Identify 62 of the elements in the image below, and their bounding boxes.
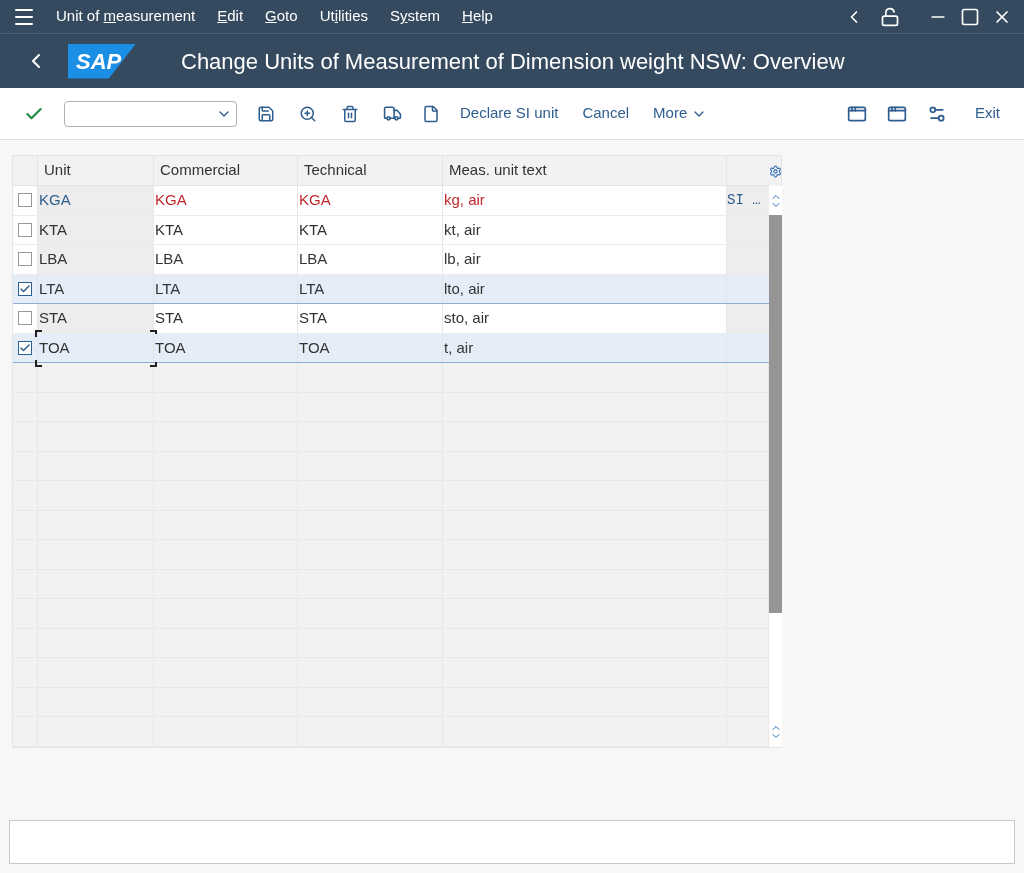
trash-icon[interactable] bbox=[341, 104, 359, 123]
zoom-icon[interactable] bbox=[299, 104, 317, 123]
table-cell: STA bbox=[298, 304, 443, 333]
command-field[interactable] bbox=[64, 100, 237, 127]
table-cell: KTA bbox=[38, 215, 154, 244]
table-cell: t, air bbox=[443, 333, 727, 362]
unlock-icon[interactable] bbox=[880, 6, 900, 27]
table-cell: SI … bbox=[727, 186, 769, 215]
table-row[interactable]: LTA LTA LTA lto, air bbox=[13, 274, 769, 304]
table-row[interactable]: KTA KTA KTA kt, air bbox=[13, 215, 769, 245]
toolbar-button[interactable]: Cancel bbox=[582, 102, 630, 125]
table-row[interactable]: LBA LBA LBA lb, air bbox=[13, 245, 769, 275]
table-cell: STA bbox=[154, 304, 298, 333]
truck-icon[interactable] bbox=[383, 104, 402, 123]
maximize-icon[interactable] bbox=[960, 6, 980, 27]
exit-button[interactable]: Exit bbox=[975, 102, 1000, 125]
row-checkbox[interactable] bbox=[18, 193, 32, 208]
table-cell: KGA bbox=[154, 186, 298, 215]
row-checkbox[interactable] bbox=[18, 222, 32, 237]
table-cell: LBA bbox=[298, 245, 443, 274]
document-icon[interactable] bbox=[422, 104, 440, 123]
table-cell: LTA bbox=[298, 274, 443, 303]
column-header[interactable]: Commercial bbox=[160, 159, 240, 182]
table-cell: KGA bbox=[298, 186, 443, 215]
table-cell: KTA bbox=[298, 215, 443, 244]
row-checkbox[interactable] bbox=[18, 340, 32, 355]
column-header[interactable]: Meas. unit text bbox=[449, 159, 547, 182]
table-cell: LTA bbox=[154, 274, 298, 303]
row-checkbox[interactable] bbox=[18, 252, 32, 267]
column-header[interactable]: Technical bbox=[304, 159, 367, 182]
column-header[interactable]: Unit bbox=[44, 159, 71, 182]
table-cell: KGA bbox=[38, 186, 154, 215]
scrollbar-thumb[interactable] bbox=[769, 215, 782, 613]
table-cell: LBA bbox=[38, 245, 154, 274]
table-cell bbox=[727, 304, 769, 333]
save-icon[interactable] bbox=[257, 104, 275, 123]
scrollbar[interactable] bbox=[769, 186, 782, 747]
table-cell: STA bbox=[38, 304, 154, 333]
menu-item[interactable]: Unit of measurement bbox=[56, 5, 196, 28]
toolbar-button[interactable]: Declare SI unit bbox=[460, 102, 559, 125]
table-cell: LBA bbox=[154, 245, 298, 274]
menu-item[interactable]: Utilities bbox=[319, 5, 368, 28]
table-settings-icon[interactable] bbox=[769, 164, 782, 178]
menu-item[interactable]: Goto bbox=[265, 5, 298, 28]
check-icon bbox=[19, 282, 31, 295]
menu-item[interactable]: Edit bbox=[217, 5, 244, 28]
table-cell: TOA bbox=[154, 333, 298, 362]
table-cell: LTA bbox=[38, 274, 154, 303]
row-checkbox[interactable] bbox=[18, 281, 32, 296]
table-row[interactable]: STA STA STA sto, air bbox=[13, 304, 769, 334]
menu-item[interactable]: Help bbox=[462, 5, 493, 28]
table-row[interactable]: KGA KGA KGA kg, air SI … bbox=[13, 186, 769, 216]
row-checkbox[interactable] bbox=[18, 311, 32, 326]
check-icon bbox=[19, 341, 31, 354]
table-cell: KTA bbox=[154, 215, 298, 244]
table-cell: lto, air bbox=[443, 274, 727, 303]
table-cell bbox=[727, 245, 769, 274]
table-cell: TOA bbox=[298, 333, 443, 362]
window-title: Change Units of Measurement of Dimension weight NSW: Overview bbox=[181, 47, 845, 76]
more-button[interactable]: More bbox=[653, 102, 708, 125]
sap-logo: SAP bbox=[68, 43, 136, 79]
menu-item[interactable]: System bbox=[390, 5, 441, 28]
